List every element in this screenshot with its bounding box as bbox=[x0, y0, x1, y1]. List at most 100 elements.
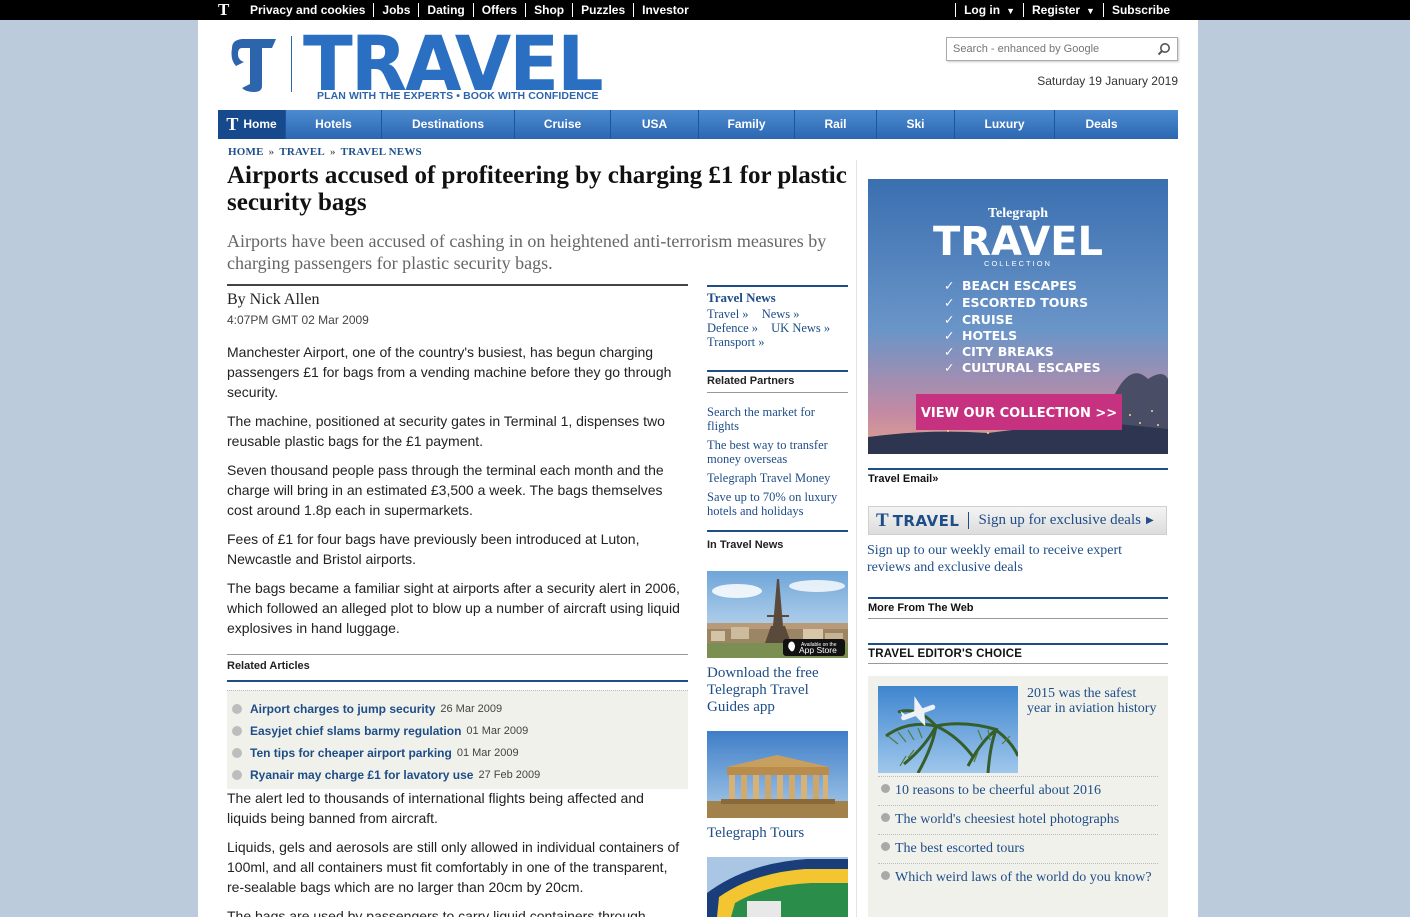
topic-link-transport[interactable]: Transport » bbox=[707, 335, 775, 349]
ad-check-item: BEACH ESCAPES bbox=[962, 278, 1077, 293]
nav-item-hotels[interactable]: Hotels bbox=[286, 110, 382, 139]
utility-link-jobs[interactable]: Jobs bbox=[373, 3, 418, 17]
utility-link-puzzles[interactable]: Puzzles bbox=[572, 3, 633, 17]
topic-link-travel[interactable]: Travel » bbox=[707, 307, 759, 321]
partner-link[interactable]: Search the market for flights bbox=[707, 405, 847, 433]
utility-link-investor[interactable]: Investor bbox=[633, 3, 697, 17]
aviation-feature-image[interactable] bbox=[878, 686, 1018, 773]
search-input[interactable] bbox=[947, 38, 1147, 60]
ad-check-item: ESCORTED TOURS bbox=[962, 295, 1088, 310]
register-label: Register bbox=[1032, 3, 1081, 17]
promo-caption-tours[interactable]: Telegraph Tours bbox=[707, 825, 847, 842]
divider bbox=[868, 597, 1168, 599]
editors-choice-item[interactable]: The world's cheesiest hotel photographs bbox=[878, 805, 1158, 834]
play-arrow-icon: ▶ bbox=[1145, 515, 1154, 526]
breadcrumb-travel-news[interactable]: TRAVEL NEWS bbox=[341, 146, 422, 158]
search-icon[interactable] bbox=[1157, 42, 1171, 56]
telegraph-t-icon: T bbox=[876, 509, 889, 531]
divider bbox=[707, 285, 848, 287]
editors-choice-item[interactable]: 10 reasons to be cheerful about 2016 bbox=[878, 776, 1158, 805]
current-date: Saturday 19 January 2019 bbox=[1037, 74, 1178, 88]
nav-item-luxury[interactable]: Luxury bbox=[955, 110, 1055, 139]
telegraph-t-logo-icon[interactable] bbox=[226, 34, 282, 94]
page-container: TRAVEL PLAN WITH THE EXPERTS • BOOK WITH… bbox=[198, 20, 1198, 917]
editors-choice-item[interactable]: Which weird laws of the world do you kno… bbox=[878, 863, 1158, 892]
article-byline[interactable]: By Nick Allen bbox=[227, 291, 319, 309]
email-signup-text[interactable]: Sign up to our weekly email to receive e… bbox=[867, 542, 1157, 576]
breadcrumb-home[interactable]: HOME bbox=[228, 146, 264, 158]
topic-link-uk-news[interactable]: UK News » bbox=[771, 321, 840, 335]
nav-item-family[interactable]: Family bbox=[699, 110, 795, 139]
travel-news-links: Travel » News » Defence » UK News » Tran… bbox=[707, 307, 847, 349]
editors-choice-heading: TRAVEL EDITOR'S CHOICE bbox=[868, 648, 1023, 660]
editors-choice-item[interactable]: The best escorted tours bbox=[878, 834, 1158, 863]
racing-promo-image[interactable] bbox=[707, 857, 848, 917]
register-link[interactable]: Register ▼ bbox=[1023, 3, 1103, 17]
telegraph-t-icon[interactable]: T bbox=[218, 1, 234, 18]
utility-link-dating[interactable]: Dating bbox=[418, 3, 472, 17]
related-article-date: 01 Mar 2009 bbox=[466, 725, 529, 737]
article-paragraph: The bags are used by passengers to carry… bbox=[227, 908, 646, 917]
nav-item-destinations[interactable]: Destinations bbox=[382, 110, 515, 139]
travel-news-heading[interactable]: Travel News bbox=[707, 290, 776, 306]
travel-email-heading[interactable]: Travel Email» bbox=[868, 473, 938, 485]
paris-promo-image[interactable]: Available on the App Store bbox=[707, 571, 848, 658]
editors-feature-link[interactable]: 2015 was the safest year in aviation his… bbox=[1027, 686, 1162, 716]
article-paragraph: The machine, positioned at security gate… bbox=[227, 413, 665, 449]
breadcrumb: HOME » TRAVEL » TRAVEL NEWS bbox=[228, 146, 422, 158]
signup-cta: Sign up for exclusive deals bbox=[978, 512, 1141, 528]
topic-link-news[interactable]: News » bbox=[762, 307, 810, 321]
promo-caption-guides-app[interactable]: Download the free Telegraph Travel Guide… bbox=[707, 665, 847, 716]
partner-link[interactable]: The best way to transfer money overseas bbox=[707, 438, 847, 466]
article-body-bottom: The alert led to thousands of internatio… bbox=[227, 788, 685, 917]
subscribe-link[interactable]: Subscribe bbox=[1102, 3, 1178, 17]
travel-collection-ad[interactable]: Telegraph TRAVEL COLLECTION ✓ BEACH ESCAP… bbox=[868, 179, 1168, 454]
login-link[interactable]: Log in ▼ bbox=[955, 3, 1023, 17]
related-article-link[interactable]: Airport charges to jump security bbox=[250, 702, 435, 716]
related-article-date: 27 Feb 2009 bbox=[478, 769, 541, 781]
related-articles-list: Airport charges to jump security 26 Mar … bbox=[227, 690, 688, 789]
bullet-icon bbox=[232, 726, 242, 736]
partner-link[interactable]: Telegraph Travel Money bbox=[707, 471, 847, 485]
nav-item-usa[interactable]: USA bbox=[611, 110, 699, 139]
bullet-icon bbox=[232, 704, 242, 714]
utility-link-shop[interactable]: Shop bbox=[525, 3, 572, 17]
bullet-icon bbox=[881, 813, 890, 822]
nav-item-cruise[interactable]: Cruise bbox=[515, 110, 611, 139]
related-article-link[interactable]: Easyjet chief slams barmy regulation bbox=[250, 724, 461, 738]
article-dateline: 4:07PM GMT 02 Mar 2009 bbox=[227, 313, 369, 327]
bullet-icon bbox=[881, 784, 890, 793]
editors-choice-label: The best escorted tours bbox=[895, 841, 1025, 856]
divider bbox=[968, 512, 970, 529]
article-paragraph: The alert led to thousands of internatio… bbox=[227, 790, 644, 826]
divider bbox=[707, 530, 848, 532]
signup-banner[interactable]: T TRAVEL Sign up for exclusive deals ▶ bbox=[868, 506, 1167, 535]
topic-label: Travel » bbox=[707, 307, 749, 321]
nav-item-ski[interactable]: Ski bbox=[877, 110, 955, 139]
article-paragraph: The bags became a familiar sight at airp… bbox=[227, 580, 680, 636]
chevron-down-icon: ▼ bbox=[1006, 6, 1016, 16]
ad-check-item: CITY BREAKS bbox=[962, 344, 1054, 359]
related-articles: Related Articles Airport charges to jump… bbox=[227, 654, 688, 789]
utility-link-privacy[interactable]: Privacy and cookies bbox=[242, 3, 373, 17]
related-article-link[interactable]: Ryanair may charge £1 for lavatory use bbox=[250, 768, 473, 782]
nav-item-deals[interactable]: Deals bbox=[1055, 110, 1148, 139]
athens-promo-image[interactable] bbox=[707, 731, 848, 818]
related-article-link[interactable]: Ten tips for cheaper airport parking bbox=[250, 746, 452, 760]
utility-link-offers[interactable]: Offers bbox=[472, 3, 525, 17]
bullet-icon bbox=[881, 842, 890, 851]
divider bbox=[227, 284, 688, 286]
topic-label: Defence » bbox=[707, 321, 759, 335]
breadcrumb-travel[interactable]: TRAVEL bbox=[279, 146, 325, 158]
main-nav: T Home Hotels Destinations Cruise USA Fam… bbox=[218, 110, 1178, 139]
partner-link[interactable]: Save up to 70% on luxury hotels and holi… bbox=[707, 490, 847, 518]
editors-choice-label: The world's cheesiest hotel photographs bbox=[895, 812, 1120, 827]
nav-item-rail[interactable]: Rail bbox=[795, 110, 877, 139]
nav-item-home[interactable]: T Home bbox=[218, 110, 286, 139]
article-paragraph: Seven thousand people pass through the t… bbox=[227, 462, 664, 518]
editors-choice-label: Which weird laws of the world do you kno… bbox=[895, 870, 1152, 885]
topic-link-defence[interactable]: Defence » bbox=[707, 321, 768, 335]
related-partners-links: Search the market for flights The best w… bbox=[707, 405, 847, 523]
top-utility-bar: T Privacy and cookies Jobs Dating Offers… bbox=[0, 0, 1410, 20]
article-standfirst: Airports have been accused of cashing in… bbox=[227, 231, 827, 273]
